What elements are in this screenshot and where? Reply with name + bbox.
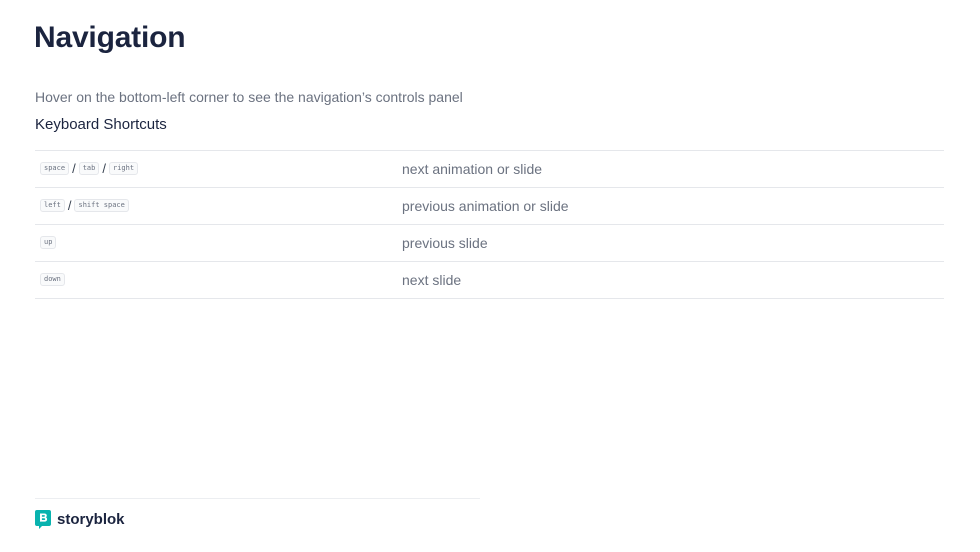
shortcut-description: previous slide bbox=[397, 224, 944, 262]
brand-logo: storyblok bbox=[35, 510, 125, 529]
shortcut-description: next slide bbox=[397, 261, 944, 299]
key-cap: down bbox=[40, 273, 65, 287]
key-cap: left bbox=[40, 199, 65, 213]
shortcut-description: next animation or slide bbox=[397, 150, 944, 188]
section-title: Keyboard Shortcuts bbox=[35, 116, 167, 133]
key-cap: tab bbox=[78, 162, 100, 176]
key-cap: up bbox=[40, 236, 57, 250]
keys-cell: down bbox=[35, 261, 397, 299]
footer-divider bbox=[35, 498, 480, 499]
page-title: Navigation bbox=[34, 21, 186, 54]
navigation-hint: Hover on the bottom-left corner to see t… bbox=[35, 89, 463, 105]
table-row: up previous slide bbox=[35, 224, 944, 262]
storyblok-logo-icon bbox=[35, 510, 51, 529]
shortcuts-table: space / tab / right next animation or slide … bbox=[35, 150, 944, 299]
logo-letter bbox=[40, 513, 48, 522]
key-cap: space bbox=[40, 162, 70, 176]
keys-cell: space / tab / right bbox=[35, 150, 397, 188]
table-row: down next slide bbox=[35, 261, 944, 299]
key-cap: shift space bbox=[74, 199, 129, 213]
table-row: space / tab / right next animation or slide bbox=[35, 150, 944, 188]
key-cap: right bbox=[108, 162, 139, 176]
slide: Navigation Hover on the bottom-left corn… bbox=[0, 0, 980, 552]
logo-shape bbox=[35, 510, 51, 529]
separator: / bbox=[67, 198, 72, 214]
separator: / bbox=[102, 161, 106, 177]
table-row: left / shift space previous animation or s… bbox=[35, 187, 944, 225]
separator: / bbox=[72, 161, 76, 177]
brand-name: storyblok bbox=[57, 510, 125, 528]
shortcut-description: previous animation or slide bbox=[397, 187, 944, 225]
keys-cell: left / shift space bbox=[35, 187, 397, 225]
keys-cell: up bbox=[35, 224, 397, 262]
